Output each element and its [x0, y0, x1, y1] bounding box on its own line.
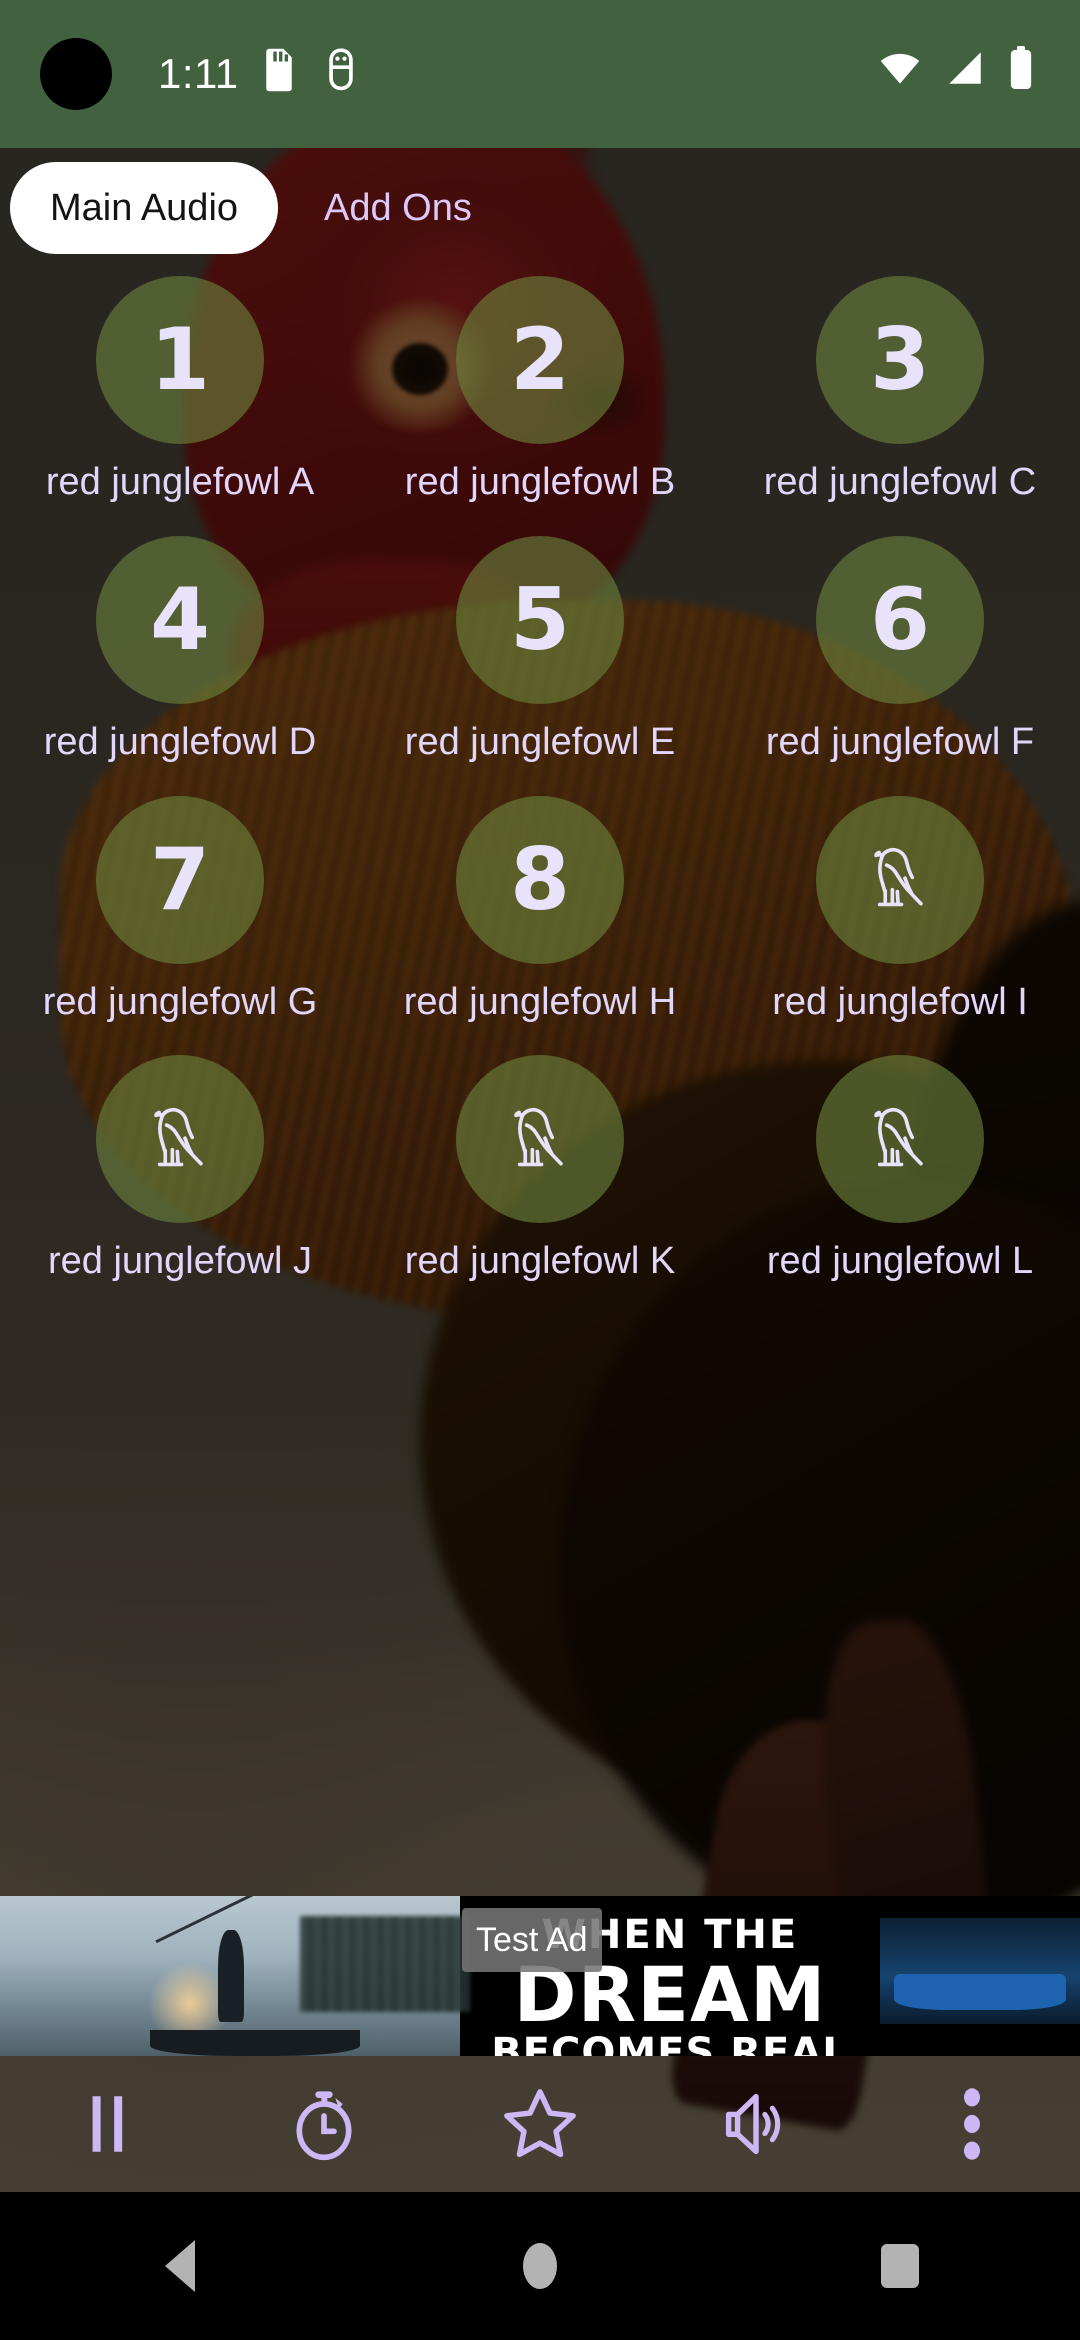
battery-icon [1008, 46, 1034, 95]
sound-grid: 1 red junglefowl A 2 red junglefowl B 3 red j… [0, 276, 1080, 1283]
tab-main-audio[interactable]: Main Audio [10, 162, 279, 254]
ad-treeline [300, 1916, 470, 2012]
ad-boat-silhouette [150, 2030, 360, 2056]
status-bar: 1:11 [0, 0, 1080, 148]
sound-cell[interactable]: 8 red junglefowl H [360, 795, 720, 1024]
sound-bubble[interactable]: 6 [816, 535, 984, 704]
home-button[interactable] [480, 2206, 600, 2326]
sound-cell[interactable]: 5 red junglefowl E [360, 535, 720, 764]
sound-bubble[interactable]: 8 [456, 795, 624, 964]
sound-cell[interactable]: 7 red junglefowl G [0, 795, 360, 1024]
sound-bubble[interactable]: 1 [96, 276, 264, 444]
ad-photo [0, 1896, 470, 2056]
bird-icon [514, 1107, 563, 1167]
square-recents-icon [881, 2244, 919, 2288]
sound-number: 4 [150, 569, 210, 670]
tab-bar: Main Audio Add Ons [0, 148, 1080, 268]
sound-label: red junglefowl K [404, 1240, 676, 1283]
sound-cell[interactable]: red junglefowl I [720, 795, 1080, 1024]
sound-label: red junglefowl D [43, 720, 317, 763]
timer-button[interactable] [269, 2069, 379, 2179]
pause-button[interactable] [53, 2069, 163, 2179]
sound-cell[interactable]: red junglefowl J [0, 1055, 360, 1283]
android-debug-icon [324, 48, 358, 97]
sound-cell[interactable]: 2 red junglefowl B [360, 276, 720, 504]
bird-icon [874, 1107, 923, 1167]
tab-add-ons[interactable]: Add Ons [284, 162, 512, 254]
front-camera-cutout [40, 38, 112, 110]
sound-number: 3 [870, 310, 930, 410]
sound-label: red junglefowl H [403, 980, 677, 1023]
sound-number: 1 [150, 310, 210, 410]
stopwatch-icon [296, 2091, 352, 2161]
ad-banner[interactable]: WHEN THE DREAM BECOMES REAL Test Ad [0, 1896, 1080, 2056]
sound-cell[interactable]: 4 red junglefowl D [0, 535, 360, 764]
sound-label: red junglefowl L [766, 1240, 1034, 1283]
sound-bubble[interactable] [96, 1055, 264, 1224]
status-bar-right-icons [878, 46, 1034, 95]
sound-cell[interactable]: 6 red junglefowl F [720, 535, 1080, 764]
volume-icon [725, 2093, 781, 2155]
bird-icon [494, 1091, 586, 1188]
sound-label: red junglefowl G [42, 980, 318, 1023]
status-bar-clock: 1:11 [158, 50, 239, 97]
status-bar-left-icons [262, 48, 358, 97]
sound-number: 2 [510, 310, 570, 410]
sound-cell[interactable]: 3 red junglefowl C [720, 276, 1080, 504]
ad-product-thumbnail [880, 1918, 1080, 2024]
sound-cell[interactable]: red junglefowl L [720, 1055, 1080, 1283]
wifi-icon [878, 46, 922, 95]
circle-home-icon [523, 2243, 557, 2289]
sound-bubble[interactable]: 2 [456, 276, 624, 444]
sound-bubble[interactable] [816, 1055, 984, 1224]
ad-test-badge: Test Ad [462, 1908, 602, 1972]
sound-label: red junglefowl F [765, 720, 1035, 763]
bird-icon [154, 1107, 203, 1167]
sound-number: 8 [510, 829, 570, 930]
cellular-signal-icon [944, 47, 986, 94]
sound-bubble[interactable]: 3 [816, 276, 984, 444]
sound-cell[interactable]: red junglefowl K [360, 1055, 720, 1283]
star-icon [504, 2089, 576, 2158]
sound-label: red junglefowl C [763, 461, 1037, 503]
phone-screen: 1:11 Main Audio Add Ons 1 red junglefowl… [0, 0, 1080, 2340]
bird-icon [854, 1091, 946, 1188]
back-button[interactable] [120, 2206, 240, 2326]
playback-controls [0, 2056, 1080, 2192]
bird-icon [134, 1091, 226, 1188]
volume-button[interactable] [701, 2069, 811, 2179]
sound-number: 6 [870, 569, 930, 670]
favorite-button[interactable] [485, 2069, 595, 2179]
sound-bubble[interactable]: 7 [96, 795, 264, 964]
sound-number: 7 [150, 829, 210, 930]
bird-icon [874, 847, 923, 907]
bird-icon [854, 831, 946, 928]
ad-boat-hull [894, 1974, 1066, 2010]
sound-label: red junglefowl B [404, 461, 676, 503]
sound-label: red junglefowl I [772, 980, 1028, 1023]
recents-button[interactable] [840, 2206, 960, 2326]
sound-bubble[interactable] [456, 1055, 624, 1224]
sound-bubble[interactable] [816, 795, 984, 964]
sd-card-icon [262, 48, 296, 97]
more-vertical-icon [964, 2088, 980, 2160]
triangle-back-icon [165, 2240, 195, 2292]
sound-cell[interactable]: 1 red junglefowl A [0, 276, 360, 504]
ad-angler-silhouette [218, 1930, 244, 2022]
ad-headline-line3: BECOMES REAL [491, 2030, 849, 2056]
sound-number: 5 [510, 569, 570, 670]
sound-label: red junglefowl A [45, 461, 315, 503]
sound-label: red junglefowl J [47, 1240, 313, 1283]
overflow-button[interactable] [917, 2069, 1027, 2179]
android-nav-bar [0, 2192, 1080, 2340]
pause-icon [92, 2096, 123, 2152]
sound-bubble[interactable]: 5 [456, 535, 624, 704]
ad-fishing-rod [155, 1896, 265, 1944]
sound-bubble[interactable]: 4 [96, 535, 264, 704]
sound-label: red junglefowl E [404, 720, 676, 763]
